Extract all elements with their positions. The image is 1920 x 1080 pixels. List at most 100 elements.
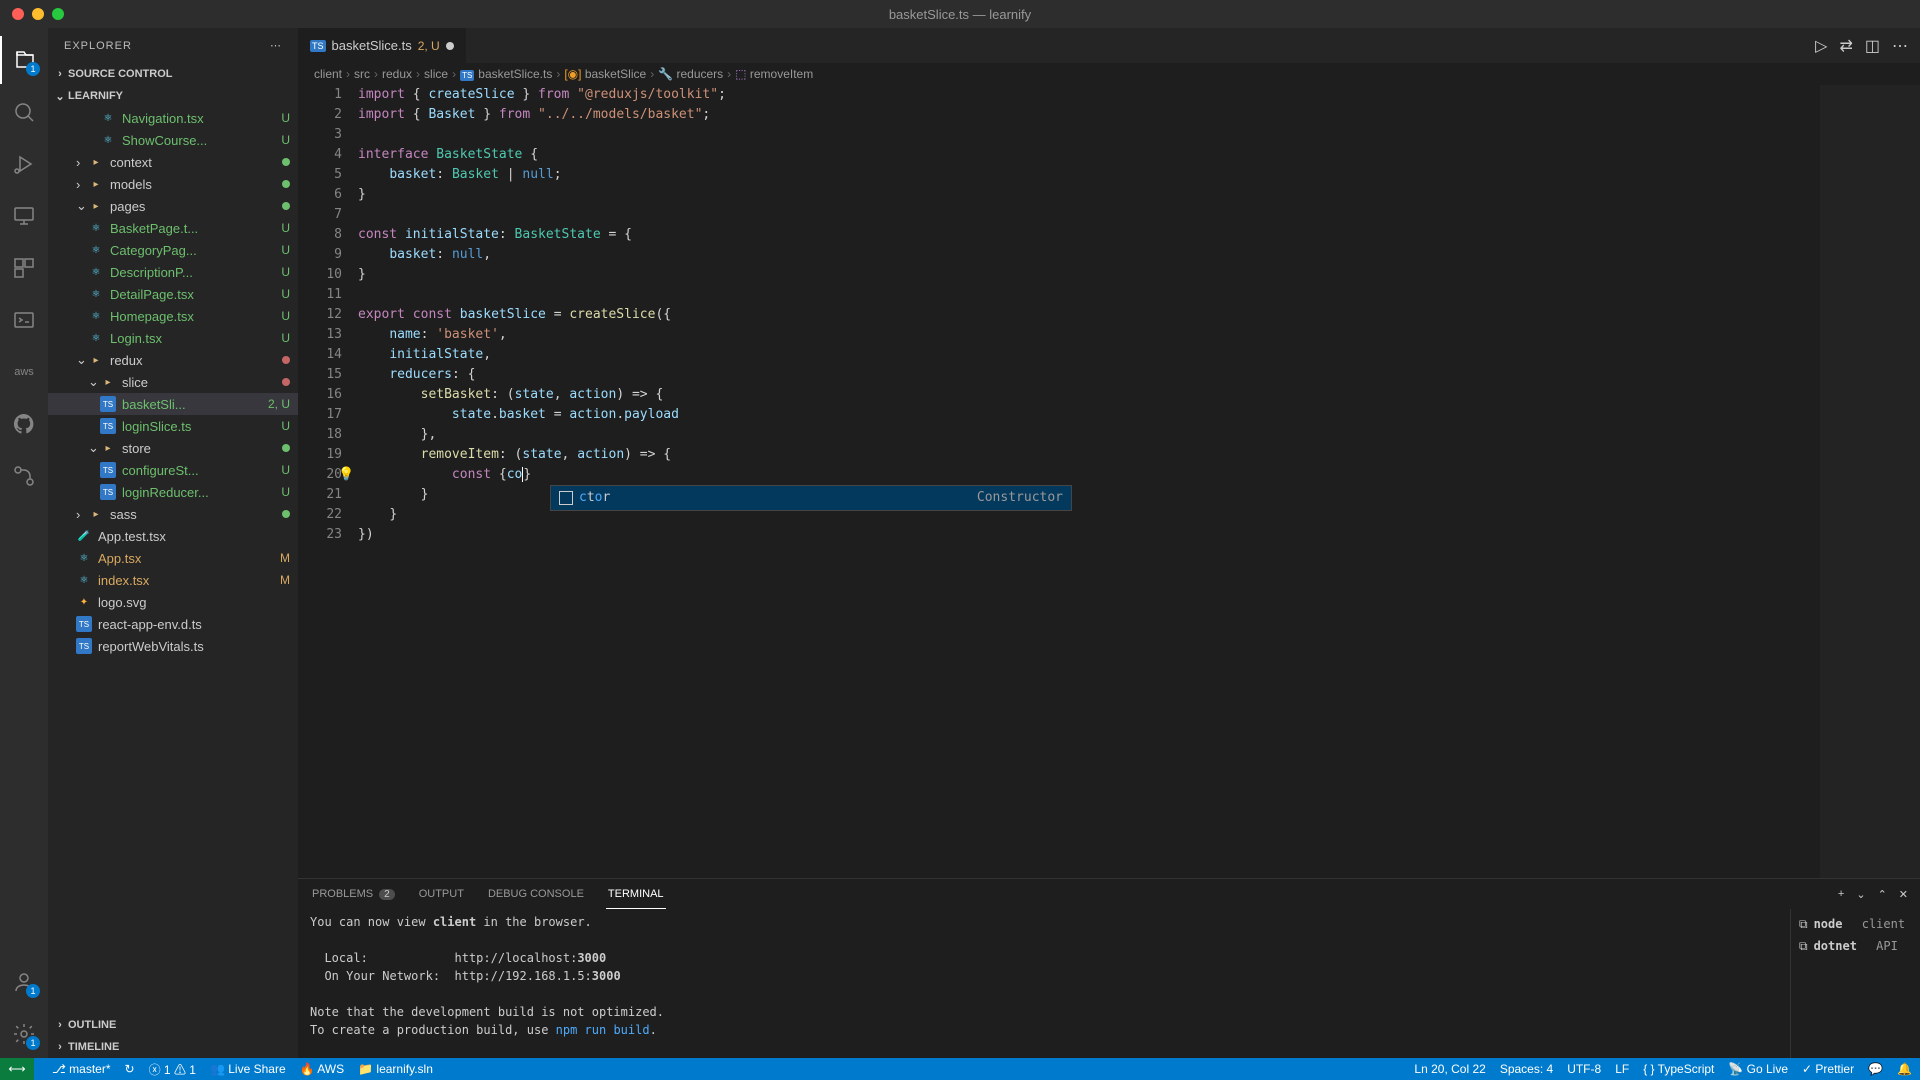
terminal-dropdown-icon[interactable]: ⌄ xyxy=(1856,888,1865,901)
tree-item[interactable]: ⌄▸redux xyxy=(48,349,298,371)
status-branch[interactable]: ⎇ master* xyxy=(52,1062,111,1076)
status-sync[interactable]: ↻ xyxy=(125,1062,135,1076)
intellisense-popup[interactable]: ctor Constructor xyxy=(550,485,1072,511)
suggest-item[interactable]: ctor Constructor xyxy=(551,486,1071,510)
tree-item[interactable]: ⚛ShowCourse...U xyxy=(48,129,298,151)
breadcrumb-item[interactable]: TSbasketSlice.ts xyxy=(460,67,552,81)
run-debug-icon[interactable] xyxy=(0,140,48,188)
close-window-icon[interactable] xyxy=(12,8,24,20)
editor-area: TS basketSlice.ts 2, U ▷ ⇄ ◫ ⋯ client›sr… xyxy=(298,28,1920,1058)
aws-icon[interactable]: aws xyxy=(0,348,48,396)
tree-item[interactable]: ⚛App.tsxM xyxy=(48,547,298,569)
console-icon[interactable] xyxy=(0,296,48,344)
tree-item[interactable]: TSreportWebVitals.ts xyxy=(48,635,298,657)
github-icon[interactable] xyxy=(0,400,48,448)
remote-indicator-icon[interactable]: ⟷ xyxy=(0,1058,34,1080)
new-terminal-icon[interactable]: + xyxy=(1838,888,1844,900)
maximize-window-icon[interactable] xyxy=(52,8,64,20)
terminal-node[interactable]: ⧉node client xyxy=(1799,913,1912,935)
breadcrumb-item[interactable]: src xyxy=(354,67,370,81)
status-eol[interactable]: LF xyxy=(1615,1062,1629,1076)
split-editor-icon[interactable]: ◫ xyxy=(1865,36,1880,56)
tree-item[interactable]: ⌄▸store xyxy=(48,437,298,459)
dirty-indicator-icon xyxy=(446,42,454,50)
tree-item[interactable]: TSreact-app-env.d.ts xyxy=(48,613,298,635)
maximize-panel-icon[interactable]: ⌃ xyxy=(1878,888,1887,901)
more-actions-icon[interactable]: ⋯ xyxy=(1892,36,1908,56)
terminal-output[interactable]: You can now view client in the browser. … xyxy=(298,909,1790,1058)
tree-item[interactable]: ⚛Navigation.tsxU xyxy=(48,107,298,129)
tree-item[interactable]: ›▸context xyxy=(48,151,298,173)
accounts-icon[interactable]: 1 xyxy=(0,958,48,1006)
tree-item[interactable]: ⌄▸slice xyxy=(48,371,298,393)
editor-tabs: TS basketSlice.ts 2, U ▷ ⇄ ◫ ⋯ xyxy=(298,28,1920,63)
remote-explorer-icon[interactable] xyxy=(0,192,48,240)
status-problems[interactable]: ⓧ 1 ⚠ 1 xyxy=(149,1061,196,1078)
sidebar-header: EXPLORER ⋯ xyxy=(48,28,298,63)
tab-output[interactable]: OUTPUT xyxy=(417,879,466,909)
tab-problems[interactable]: PROBLEMS2 xyxy=(310,879,397,909)
tab-debug-console[interactable]: DEBUG CONSOLE xyxy=(486,879,586,909)
tree-item[interactable]: ⚛DescriptionP...U xyxy=(48,261,298,283)
tree-item[interactable]: ⚛CategoryPag...U xyxy=(48,239,298,261)
status-spaces[interactable]: Spaces: 4 xyxy=(1500,1062,1553,1076)
status-position[interactable]: Ln 20, Col 22 xyxy=(1414,1062,1485,1076)
tab-modifier: 2, U xyxy=(418,39,440,53)
section-learnify[interactable]: ⌄LEARNIFY xyxy=(48,85,298,107)
status-golive[interactable]: 📡 Go Live xyxy=(1728,1062,1788,1076)
status-feedback-icon[interactable]: 💬 xyxy=(1868,1062,1883,1076)
status-bell-icon[interactable]: 🔔 xyxy=(1897,1062,1912,1076)
tree-item[interactable]: TSloginReducer...U xyxy=(48,481,298,503)
window-controls[interactable] xyxy=(12,8,64,20)
code-editor[interactable]: 1234567891011121314151617181920212223 im… xyxy=(298,85,1920,878)
extensions-icon[interactable] xyxy=(0,244,48,292)
diff-icon[interactable]: ⇄ xyxy=(1839,36,1852,56)
search-icon[interactable] xyxy=(0,88,48,136)
tree-item[interactable]: TSbasketSli...2, U xyxy=(48,393,298,415)
tree-item[interactable]: ⚛DetailPage.tsxU xyxy=(48,283,298,305)
tree-item[interactable]: ✦logo.svg xyxy=(48,591,298,613)
terminal-dotnet[interactable]: ⧉dotnet API xyxy=(1799,935,1912,957)
tree-item[interactable]: ›▸models xyxy=(48,173,298,195)
breadcrumb-item[interactable]: ⬚ removeItem xyxy=(735,67,813,81)
breadcrumb-item[interactable]: redux xyxy=(382,67,412,81)
breadcrumb-item[interactable]: client xyxy=(314,67,342,81)
breadcrumb-item[interactable]: slice xyxy=(424,67,448,81)
problems-count: 2 xyxy=(379,889,395,900)
status-prettier[interactable]: ✓ Prettier xyxy=(1802,1062,1854,1076)
status-liveshare[interactable]: 👥 Live Share xyxy=(210,1062,286,1076)
breadcrumb-item[interactable]: 🔧 reducers xyxy=(658,67,723,81)
tab-basketslice[interactable]: TS basketSlice.ts 2, U xyxy=(298,28,467,63)
close-panel-icon[interactable]: ✕ xyxy=(1899,888,1908,901)
status-aws[interactable]: 🔥 AWS xyxy=(300,1062,345,1076)
section-source-control[interactable]: ›SOURCE CONTROL xyxy=(48,63,298,85)
minimize-window-icon[interactable] xyxy=(32,8,44,20)
pipeline-icon[interactable] xyxy=(0,452,48,500)
tree-item[interactable]: TSconfigureSt...U xyxy=(48,459,298,481)
section-timeline[interactable]: ›TIMELINE xyxy=(48,1036,298,1058)
tab-terminal[interactable]: TERMINAL xyxy=(606,879,666,909)
status-lang[interactable]: { } TypeScript xyxy=(1643,1062,1714,1076)
tree-item[interactable]: ⚛index.tsxM xyxy=(48,569,298,591)
tree-item[interactable]: ⚛Login.tsxU xyxy=(48,327,298,349)
breadcrumb-item[interactable]: [◉] basketSlice xyxy=(564,67,646,81)
tree-item[interactable]: ›▸sass xyxy=(48,503,298,525)
code-content[interactable]: import { createSlice } from "@reduxjs/to… xyxy=(358,85,1920,878)
explorer-icon[interactable]: 1 xyxy=(0,36,48,84)
tree-item[interactable]: 🧪App.test.tsx xyxy=(48,525,298,547)
section-outline[interactable]: ›OUTLINE xyxy=(48,1014,298,1036)
status-sln[interactable]: 📁 learnify.sln xyxy=(358,1062,433,1076)
tree-item[interactable]: ⚛Homepage.tsxU xyxy=(48,305,298,327)
breadcrumbs[interactable]: client›src›redux›slice›TSbasketSlice.ts›… xyxy=(298,63,1920,85)
tree-item[interactable]: TSloginSlice.tsU xyxy=(48,415,298,437)
more-icon[interactable]: ⋯ xyxy=(270,39,282,52)
status-encoding[interactable]: UTF-8 xyxy=(1567,1062,1601,1076)
settings-badge: 1 xyxy=(26,1036,40,1050)
tree-item[interactable]: ⌄▸pages xyxy=(48,195,298,217)
tree-item[interactable]: ⚛BasketPage.t...U xyxy=(48,217,298,239)
settings-icon[interactable]: 1 xyxy=(0,1010,48,1058)
minimap[interactable] xyxy=(1820,85,1920,878)
run-icon[interactable]: ▷ xyxy=(1815,36,1827,56)
terminal-icon: ⧉ xyxy=(1799,939,1808,954)
tab-label: basketSlice.ts xyxy=(332,38,412,53)
